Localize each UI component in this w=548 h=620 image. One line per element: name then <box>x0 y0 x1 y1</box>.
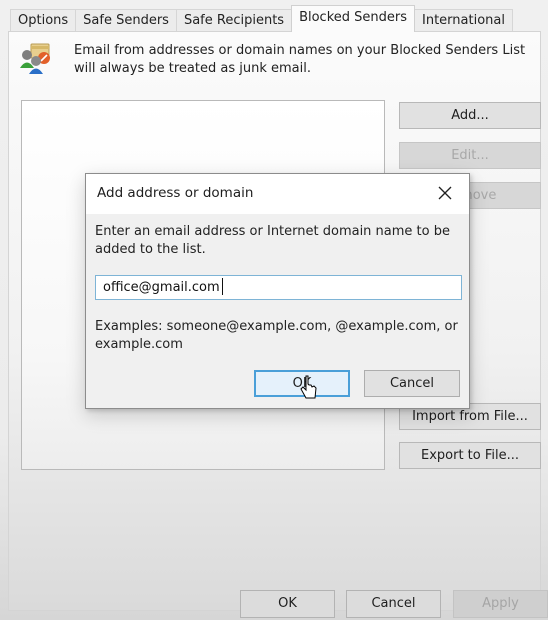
dialog-titlebar[interactable]: Add address or domain <box>86 174 469 214</box>
mouse-pointer-icon <box>300 375 317 399</box>
add-address-dialog: Add address or domain Enter an email add… <box>85 173 470 409</box>
tab-international[interactable]: International <box>414 9 513 32</box>
text-caret <box>222 278 223 295</box>
apply-button[interactable]: Apply <box>453 590 548 618</box>
dialog-description: Enter an email address or Internet domai… <box>95 224 450 257</box>
close-icon <box>438 186 452 200</box>
dialog-examples: Examples: someone@example.com, @example.… <box>95 319 458 352</box>
blocked-senders-people-icon <box>20 43 50 74</box>
edit-button[interactable]: Edit... <box>399 142 541 169</box>
cancel-button[interactable]: Cancel <box>346 590 441 618</box>
tab-blocked-senders[interactable]: Blocked Senders <box>291 5 416 32</box>
ok-button[interactable]: OK <box>240 590 335 618</box>
address-input[interactable] <box>95 275 462 300</box>
dialog-title: Add address or domain <box>97 185 254 201</box>
tab-strip: Options Safe Senders Safe Recipients Blo… <box>10 5 513 32</box>
intro-text: Email from addresses or domain names on … <box>74 43 526 76</box>
close-button[interactable] <box>429 178 461 208</box>
tab-safe-senders[interactable]: Safe Senders <box>75 9 177 32</box>
add-button[interactable]: Add... <box>399 102 541 129</box>
tab-options[interactable]: Options <box>10 9 77 32</box>
dialog-cancel-button[interactable]: Cancel <box>364 370 460 397</box>
tab-safe-recipients[interactable]: Safe Recipients <box>175 9 293 32</box>
export-to-file-button[interactable]: Export to File... <box>399 442 541 469</box>
